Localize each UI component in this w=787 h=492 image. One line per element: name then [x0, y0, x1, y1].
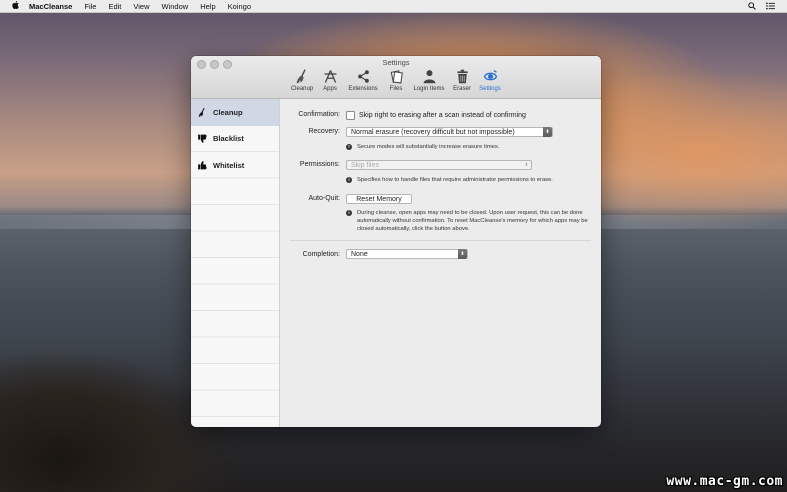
sidebar-item-label: Blacklist: [213, 134, 244, 144]
confirmation-row: Skip right to erasing after a scan inste…: [346, 111, 526, 120]
menu-app-name[interactable]: MacCleanse: [29, 2, 72, 11]
window-titlebar: Settings Cleanup Apps Extensions Files L…: [191, 56, 601, 99]
broom-icon: [198, 107, 205, 117]
menu-window[interactable]: Window: [162, 2, 189, 11]
trash-icon: [456, 69, 468, 84]
chevron-updown-icon: ⬍: [458, 249, 467, 260]
info-icon: i: [346, 210, 352, 216]
window-title: Settings: [382, 58, 410, 67]
toolbar-login-items-label: Login Items: [413, 86, 445, 92]
thumbs-down-icon: [198, 134, 207, 143]
settings-icon: [483, 70, 497, 81]
person-icon: [423, 70, 435, 84]
skip-confirmation-text: Skip right to erasing after a scan inste…: [359, 112, 526, 119]
sidebar-item-whitelist[interactable]: Whitelist: [191, 152, 279, 179]
menu-file[interactable]: File: [84, 2, 96, 11]
sidebar-item-cleanup[interactable]: Cleanup: [191, 99, 279, 126]
recovery-select-value: Normal erasure (recovery difficult but n…: [351, 128, 515, 136]
auto-quit-note: i During cleanse, open apps may need to …: [346, 209, 592, 233]
menu-view[interactable]: View: [133, 2, 149, 11]
toolbar-eraser[interactable]: Eraser: [450, 68, 475, 92]
toolbar-settings[interactable]: Settings: [478, 68, 503, 92]
toolbar-extensions-label: Extensions: [348, 86, 378, 92]
recovery-note-text: Secure modes will substantially increase…: [357, 144, 500, 150]
toolbar-apps-label: Apps: [323, 86, 337, 92]
toolbar-extensions[interactable]: Extensions: [346, 68, 381, 92]
toolbar-files-label: Files: [389, 86, 403, 92]
menu-help[interactable]: Help: [200, 2, 215, 11]
toolbar-files[interactable]: Files: [384, 68, 409, 92]
chevron-updown-icon: ⬍: [543, 127, 552, 138]
auto-quit-label: Auto-Quit:: [308, 195, 340, 202]
share-icon: [357, 70, 369, 83]
auto-quit-note-text: During cleanse, open apps may need to be…: [357, 210, 588, 232]
menu-koingo[interactable]: Koingo: [228, 2, 251, 11]
toolbar-settings-label: Settings: [479, 86, 501, 92]
warning-icon: !: [346, 144, 352, 150]
toolbar-cleanup-label: Cleanup: [290, 86, 314, 92]
thumbs-up-icon: [198, 161, 207, 170]
completion-select[interactable]: None ⬍: [346, 249, 468, 260]
toolbar-eraser-label: Eraser: [453, 86, 471, 92]
confirmation-label: Confirmation:: [298, 111, 340, 118]
settings-content: Confirmation: Skip right to erasing afte…: [280, 99, 601, 427]
chevron-updown-icon: ⬍: [524, 161, 529, 168]
settings-toolbar: Cleanup Apps Extensions Files Login Item…: [191, 68, 601, 92]
permissions-note-text: Specifies how to handle files that requi…: [357, 177, 553, 183]
reset-memory-button[interactable]: Reset Memory: [346, 194, 412, 204]
sidebar-item-label: Whitelist: [213, 160, 245, 170]
menu-bar: MacCleanse File Edit View Window Help Ko…: [0, 0, 787, 13]
permissions-note: i Specifies how to handle files that req…: [346, 176, 596, 184]
recovery-note: ! Secure modes will substantially increa…: [346, 143, 586, 151]
recovery-label: Recovery:: [308, 128, 340, 135]
sidebar-item-blacklist[interactable]: Blacklist: [191, 126, 279, 153]
sidebar: Cleanup Blacklist Whitelist: [191, 99, 280, 427]
toolbar-cleanup[interactable]: Cleanup: [290, 68, 315, 92]
settings-window: Settings Cleanup Apps Extensions Files L…: [191, 56, 601, 427]
permissions-select-value: Skip files: [351, 161, 380, 169]
completion-select-value: None: [351, 250, 368, 258]
permissions-select[interactable]: Skip files ⬍: [346, 160, 532, 170]
broom-icon: [296, 69, 306, 84]
files-icon: [390, 70, 403, 84]
section-divider: [290, 240, 591, 241]
watermark: www.mac-gm.com: [666, 474, 783, 489]
toolbar-apps[interactable]: Apps: [318, 68, 343, 92]
notification-center-icon[interactable]: [766, 2, 775, 10]
apps-icon: [324, 70, 336, 83]
recovery-select[interactable]: Normal erasure (recovery difficult but n…: [346, 127, 553, 138]
permissions-label: Permissions:: [299, 161, 340, 168]
toolbar-login-items[interactable]: Login Items: [412, 68, 447, 92]
apple-menu-icon[interactable]: [11, 1, 19, 11]
skip-confirmation-checkbox[interactable]: [346, 111, 355, 120]
completion-label: Completion:: [302, 251, 340, 258]
spotlight-search-icon[interactable]: [748, 2, 756, 10]
menu-edit[interactable]: Edit: [108, 2, 121, 11]
info-icon: i: [346, 177, 352, 183]
sidebar-item-label: Cleanup: [213, 107, 243, 117]
